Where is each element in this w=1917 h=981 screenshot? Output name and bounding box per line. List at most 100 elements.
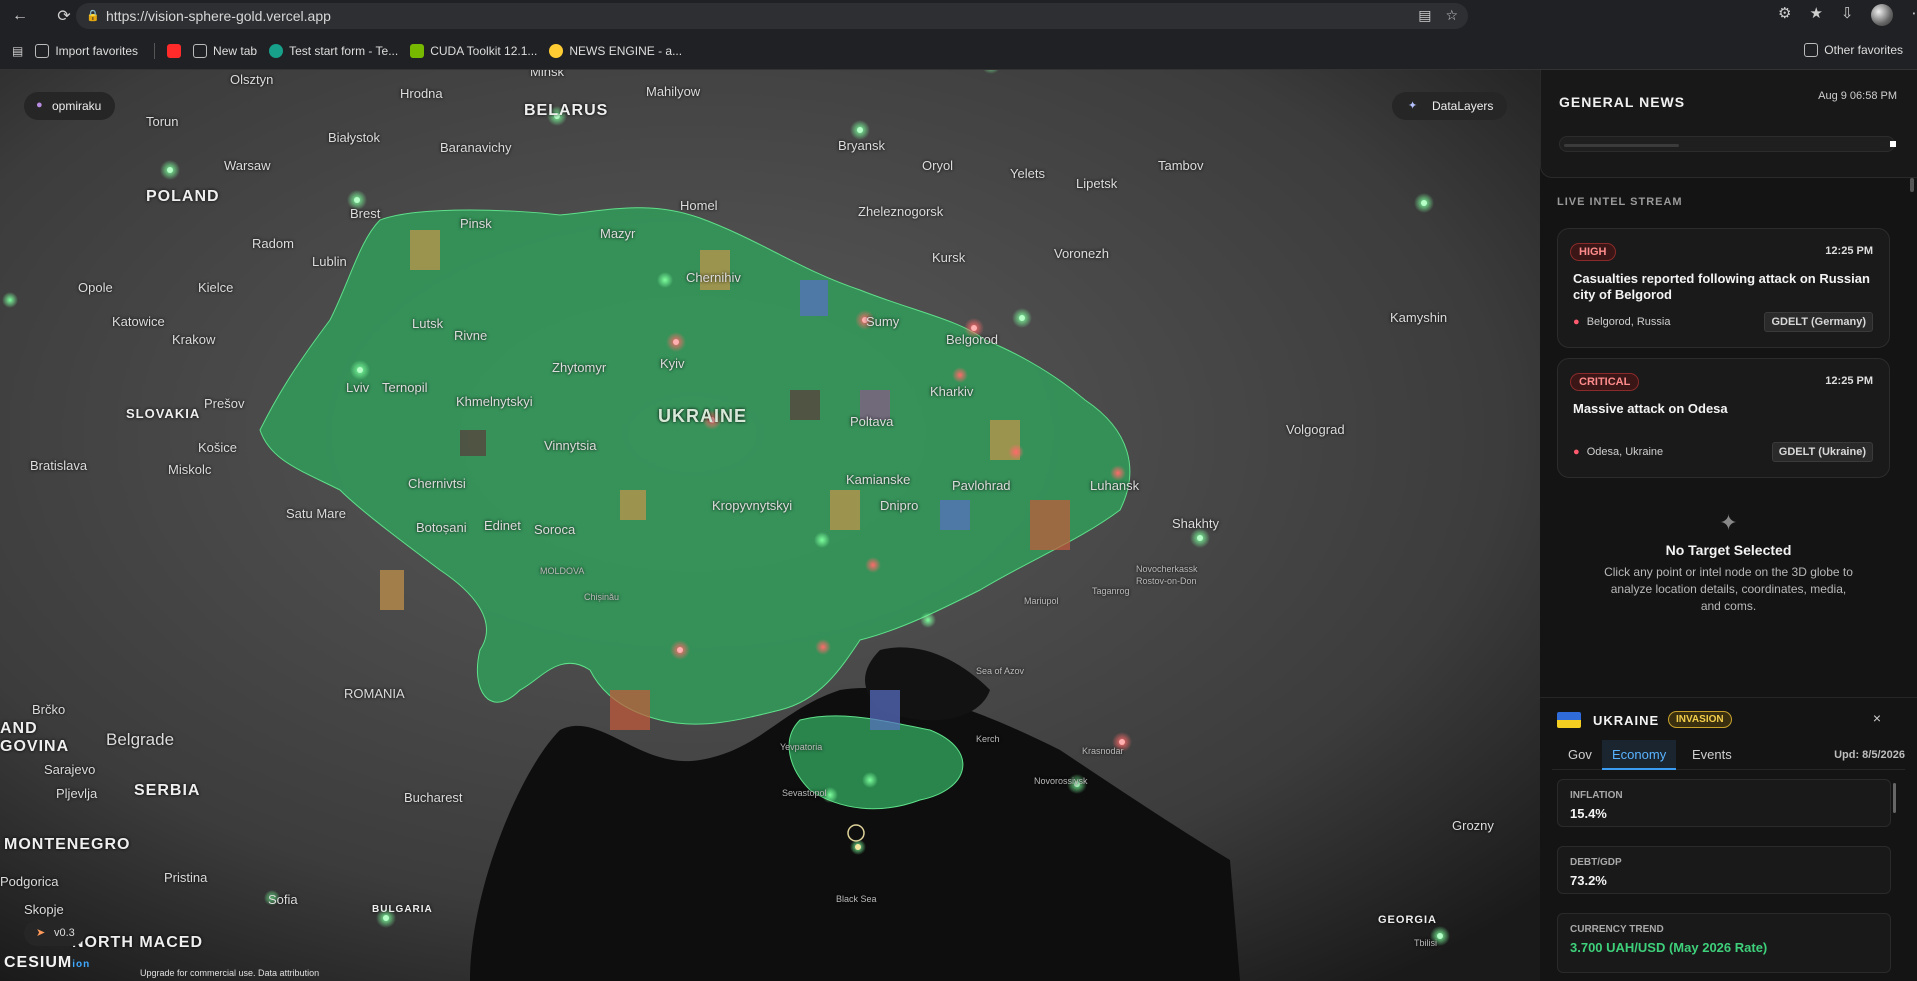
bookmark-label: Import favorites: [55, 43, 139, 58]
map-label-katowice: Katowice: [112, 314, 165, 329]
map-label-dnipro: Dnipro: [880, 498, 919, 513]
metric-value: 3.700 UAH/USD (May 2026 Rate): [1570, 940, 1768, 955]
intel-node-green[interactable]: [357, 367, 363, 373]
map-label-edinet: Edinet: [484, 518, 521, 533]
new-tab-icon: [193, 43, 208, 58]
tab-gov[interactable]: Gov: [1558, 740, 1602, 770]
intel-node-red[interactable]: [815, 639, 831, 655]
other-favorites-label: Other favorites: [1824, 43, 1903, 57]
data-layers-button[interactable]: ✦ DataLayers: [1392, 92, 1508, 120]
map-label-pinsk: Pinsk: [460, 216, 492, 231]
intel-card[interactable]: HIGH 12:25 PM Casualties reported follow…: [1557, 228, 1890, 348]
downloads-icon[interactable]: ⇩: [1841, 4, 1854, 26]
folder-icon: [1804, 43, 1819, 57]
intel-node-green[interactable]: [814, 532, 830, 548]
news-ticker-track[interactable]: [1559, 136, 1896, 152]
favorite-star-icon[interactable]: ☆: [1445, 7, 1458, 24]
other-favorites[interactable]: Other favorites: [1804, 43, 1903, 57]
map-label-black-sea: Black Sea: [836, 894, 877, 904]
bookmark-new-tab[interactable]: New tab: [193, 43, 257, 58]
more-menu-icon[interactable]: ⋯: [1911, 4, 1917, 26]
map-label-kursk: Kursk: [932, 250, 966, 265]
intel-node-green[interactable]: [383, 915, 389, 921]
map-label-vinnytsia: Vinnytsia: [544, 438, 597, 453]
map-label-bryansk: Bryansk: [838, 138, 885, 153]
map-label-kamianske: Kamianske: [846, 472, 911, 487]
map-label-ukraine: UKRAINE: [658, 406, 748, 426]
map-label-brest: Brest: [350, 206, 381, 221]
reload-icon[interactable]: ⟳: [52, 4, 76, 28]
general-news-card: GENERAL NEWS Aug 9 06:58 PM: [1540, 70, 1917, 178]
intel-node-red[interactable]: [952, 367, 968, 383]
bookmark-test-start-form[interactable]: Test start form - Te...: [269, 43, 398, 58]
profile-avatar[interactable]: [1871, 4, 1894, 26]
intel-node-green[interactable]: [354, 197, 360, 203]
severity-badge: CRITICAL: [1570, 373, 1640, 391]
map-label-radom: Radom: [252, 236, 294, 251]
intel-node-green[interactable]: [657, 272, 673, 288]
bookmark-import-favorites[interactable]: Import favorites: [35, 43, 139, 58]
tab-events[interactable]: Events: [1682, 740, 1742, 770]
intel-node-green[interactable]: [862, 772, 878, 788]
intel-node-green[interactable]: [1197, 535, 1203, 541]
map-label-skopje: Skopje: [24, 902, 64, 917]
intel-node-green[interactable]: [1421, 200, 1427, 206]
intel-node-green[interactable]: [1437, 933, 1443, 939]
cesium-logo[interactable]: CESIUMion: [4, 954, 90, 972]
address-bar[interactable]: 🔒 https://vision-sphere-gold.vercel.app …: [76, 3, 1468, 29]
map-label-lviv: Lviv: [346, 380, 370, 395]
country-card-scrollbar[interactable]: [1893, 783, 1896, 813]
bookmark-youtube[interactable]: [167, 43, 182, 58]
cesium-credit[interactable]: Upgrade for commercial use. Data attribu…: [140, 968, 319, 978]
map-label-belgrade: Belgrade: [106, 730, 175, 749]
live-intel-stream-label: LIVE INTEL STREAM: [1557, 196, 1683, 208]
map-label-yevpatoria: Yevpatoria: [780, 742, 823, 752]
general-news-time: Aug 9 06:58 PM: [1818, 90, 1897, 102]
globe-map[interactable]: Olsztyn Hrodna Minsk Mahilyow BELARUS To…: [0, 70, 1540, 981]
map-label-voronezh: Voronezh: [1054, 246, 1109, 261]
map-label-belgorod: Belgorod: [946, 332, 999, 347]
tab-economy[interactable]: Economy: [1602, 740, 1677, 770]
intel-node-red[interactable]: [673, 339, 679, 345]
news-ticker-knob[interactable]: [1890, 141, 1896, 147]
version-label: v0.3: [54, 927, 75, 939]
map-label-kielce: Kielce: [198, 280, 234, 295]
intel-node-yellow[interactable]: [855, 844, 861, 850]
map-label-rivne: Rivne: [454, 328, 488, 343]
intel-node-green[interactable]: [857, 127, 863, 133]
bookmark-label: CUDA Toolkit 12.1...: [430, 43, 538, 58]
panel-scrollbar[interactable]: [1910, 178, 1914, 192]
user-chip[interactable]: ● opmiraku: [24, 92, 116, 120]
intel-node-green[interactable]: [167, 167, 173, 173]
map-label-pljevlja: Pljevlja: [56, 786, 98, 801]
metric-debt-gdp: DEBT/GDP 73.2%: [1557, 846, 1891, 894]
intel-node-green[interactable]: [2, 292, 18, 308]
intel-node-green[interactable]: [920, 612, 936, 628]
data-layers-label: DataLayers: [1432, 99, 1494, 113]
extensions-icon[interactable]: ⚙: [1778, 4, 1791, 26]
intel-node-red[interactable]: [677, 647, 683, 653]
intel-node-red[interactable]: [971, 325, 977, 331]
map-label-kerch: Kerch: [976, 734, 1000, 744]
tab-actions-icon[interactable]: ▤: [12, 44, 23, 58]
intel-node-red[interactable]: [865, 557, 881, 573]
intel-stream-list[interactable]: HIGH 12:25 PM Casualties reported follow…: [1557, 228, 1897, 500]
intel-node-green[interactable]: [1019, 315, 1025, 321]
back-icon[interactable]: ←: [8, 4, 32, 28]
map-canvas: [0, 70, 1540, 981]
bookmark-news-engine[interactable]: NEWS ENGINE - a...: [549, 43, 682, 58]
map-label-luhansk: Luhansk: [1090, 478, 1140, 493]
intel-card[interactable]: CRITICAL 12:25 PM Massive attack on Odes…: [1557, 358, 1890, 478]
reader-mode-icon[interactable]: ▤: [1418, 7, 1431, 24]
close-icon[interactable]: ×: [1873, 710, 1881, 726]
country-tabs: Gov Economy Events Upd: 8/5/2026: [1552, 740, 1905, 770]
bookmark-cuda-toolkit[interactable]: CUDA Toolkit 12.1...: [410, 43, 538, 58]
map-label-brcko: Brčko: [32, 702, 66, 717]
map-label-tambov: Tambov: [1158, 158, 1204, 173]
map-label-pavlohrad: Pavlohrad: [952, 478, 1011, 493]
map-label-sea-of-azov: Sea of Azov: [976, 666, 1025, 676]
intel-node-red[interactable]: [1119, 739, 1125, 745]
version-chip[interactable]: ➤ v0.3: [24, 920, 85, 946]
favorites-icon[interactable]: ★: [1809, 4, 1822, 26]
intel-node-red[interactable]: [1008, 444, 1024, 460]
